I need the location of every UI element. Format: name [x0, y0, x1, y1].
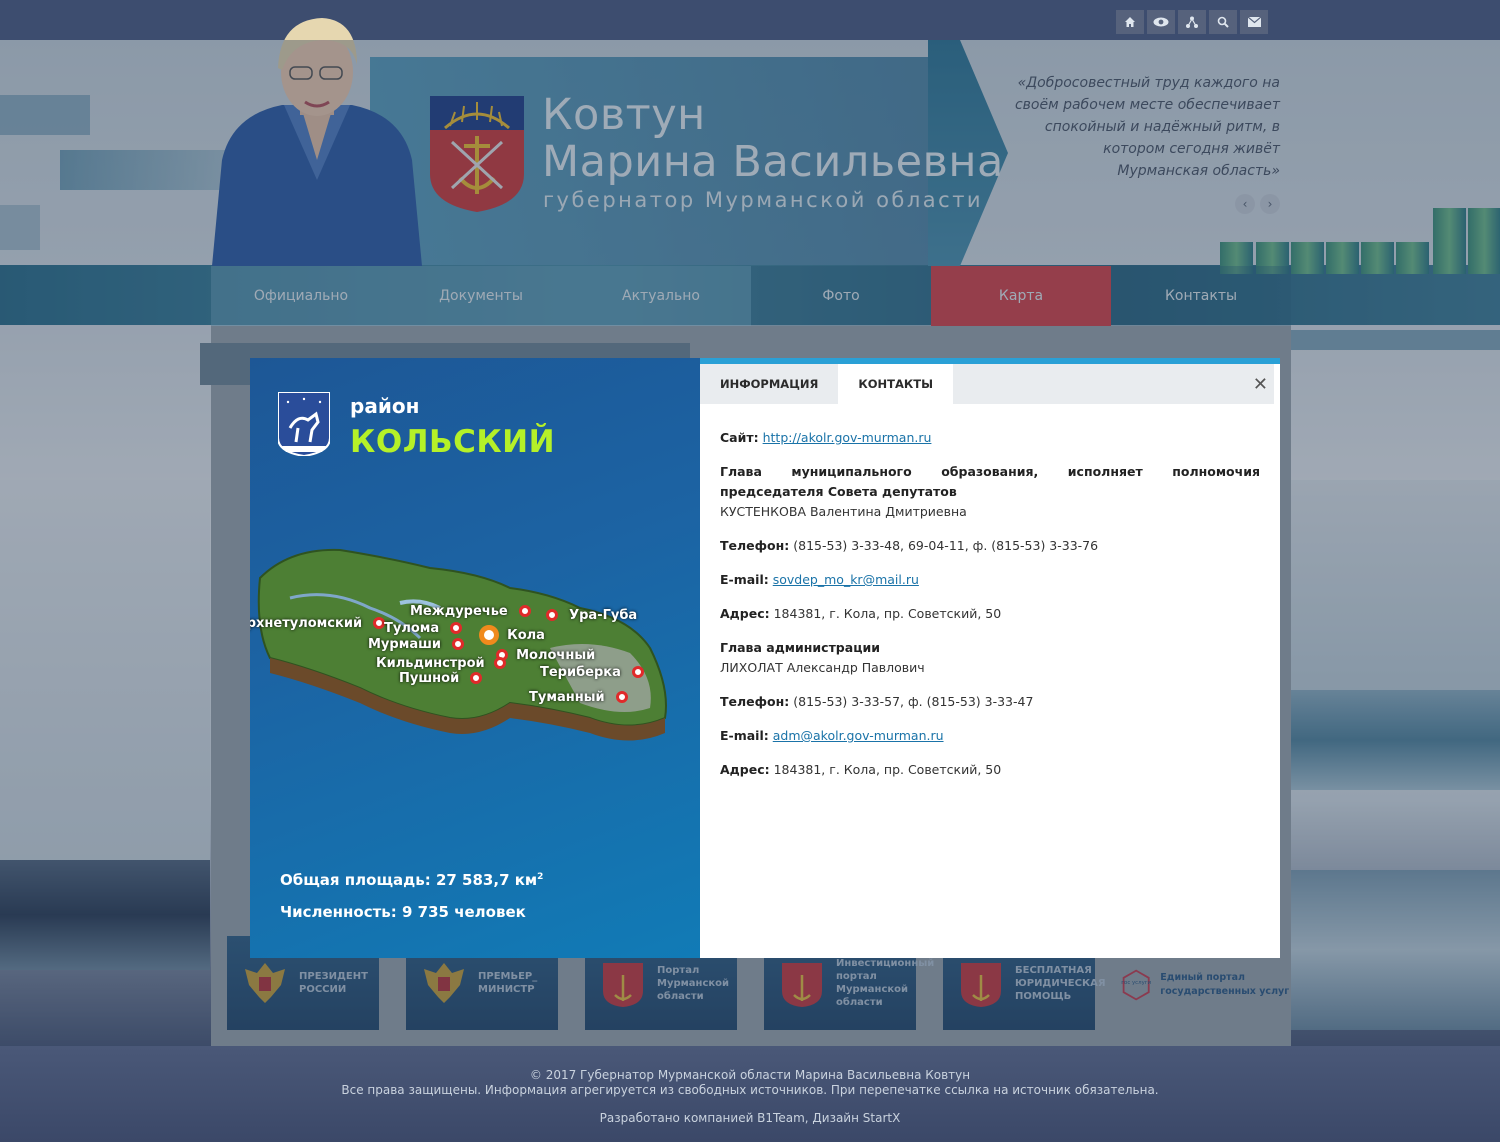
district-info-panel: ИНФОРМАЦИЯ КОНТАКТЫ ✕ Сайт: http://akolr…	[700, 358, 1280, 958]
home-icon[interactable]	[1116, 10, 1144, 34]
area-unit-superscript: 2	[537, 872, 544, 882]
site-link[interactable]: http://akolr.gov-murman.ru	[763, 430, 932, 445]
place-ura-guba[interactable]: Ура-Губа	[546, 604, 637, 623]
head2-title: Глава администрации	[720, 640, 880, 655]
district-population: Численность: 9 735 человек	[280, 903, 526, 921]
address2-label: Адрес:	[720, 762, 770, 777]
place-marker-icon	[470, 671, 483, 684]
place-label: Ура-Губа	[569, 608, 638, 623]
contacts-content: Сайт: http://akolr.gov-murman.ru Глава м…	[720, 428, 1260, 794]
place-label: Териберка	[540, 665, 621, 680]
district-panel: район КОЛЬСКИЙ Верхнетуломский Междуречь…	[250, 358, 700, 958]
top-utility-bar	[1116, 10, 1268, 34]
place-teriberka[interactable]: Териберка	[540, 661, 644, 680]
place-marker-icon	[632, 665, 644, 678]
place-marker-icon	[450, 621, 463, 634]
phone1-value: (815-53) 3-33-48, 69-04-11, ф. (815-53) …	[793, 538, 1099, 553]
email2-link[interactable]: adm@akolr.gov-murman.ru	[773, 728, 944, 743]
place-label: Кола	[507, 628, 545, 643]
email1-link[interactable]: sovdep_mo_kr@mail.ru	[773, 572, 919, 587]
head1-name: КУСТЕНКОВА Валентина Дмитриевна	[720, 504, 967, 519]
eye-icon[interactable]	[1147, 10, 1175, 34]
search-icon[interactable]	[1209, 10, 1237, 34]
place-marker-icon	[615, 690, 628, 703]
modal-tabs: ИНФОРМАЦИЯ КОНТАКТЫ	[700, 364, 1274, 404]
phone2-label: Телефон:	[720, 694, 790, 709]
footer-copyright: © 2017 Губернатор Мурманской области Мар…	[529, 1068, 971, 1082]
address1-value: 184381, г. Кола, пр. Советский, 50	[773, 606, 1002, 621]
place-tumanny[interactable]: Туманный	[529, 686, 628, 705]
footer-rights: Все права защищены. Информация агрегируе…	[341, 1083, 1159, 1097]
email2-label: E-mail:	[720, 728, 769, 743]
sitemap-icon[interactable]	[1178, 10, 1206, 34]
place-marker-icon	[493, 656, 506, 669]
place-marker-icon	[546, 608, 558, 621]
place-verkhnetulomsky[interactable]: Верхнетуломский	[250, 612, 386, 631]
place-capital-marker-icon	[479, 624, 499, 645]
head1-title: Глава муниципального образования, исполн…	[720, 464, 1260, 499]
place-label: Туманный	[529, 690, 605, 705]
address2-value: 184381, г. Кола, пр. Советский, 50	[773, 762, 1002, 777]
footer-developer: Разработано компанией B1Team, Дизайн Sta…	[599, 1111, 901, 1125]
map-places-layer: Верхнетуломский Междуречье Ура-Губа Туло…	[250, 358, 700, 958]
place-marker-icon	[518, 604, 531, 617]
phone1-label: Телефон:	[720, 538, 790, 553]
district-area-text: Общая площадь: 27 583,7 км	[280, 871, 538, 889]
place-pushnoy[interactable]: Пушной	[399, 667, 483, 686]
place-label: Верхнетуломский	[250, 616, 363, 631]
tab-contacts[interactable]: КОНТАКТЫ	[838, 364, 954, 404]
phone2-value: (815-53) 3-33-57, ф. (815-53) 3-33-47	[793, 694, 1034, 709]
footer: © 2017 Губернатор Мурманской области Мар…	[0, 1046, 1500, 1142]
place-marker-icon	[452, 637, 465, 650]
district-area: Общая площадь: 27 583,7 км2	[280, 871, 543, 889]
place-kola[interactable]: Кола	[479, 624, 545, 645]
email1-label: E-mail:	[720, 572, 769, 587]
address1-label: Адрес:	[720, 606, 770, 621]
place-murmashi[interactable]: Мурмаши	[368, 633, 465, 652]
place-label: Пушной	[399, 671, 460, 686]
place-label: Мурмаши	[368, 637, 442, 652]
close-icon[interactable]: ✕	[1253, 374, 1268, 395]
tab-information[interactable]: ИНФОРМАЦИЯ	[700, 364, 838, 404]
site-label: Сайт:	[720, 430, 759, 445]
head2-name: ЛИХОЛАТ Александр Павлович	[720, 660, 925, 675]
mail-icon[interactable]	[1240, 10, 1268, 34]
